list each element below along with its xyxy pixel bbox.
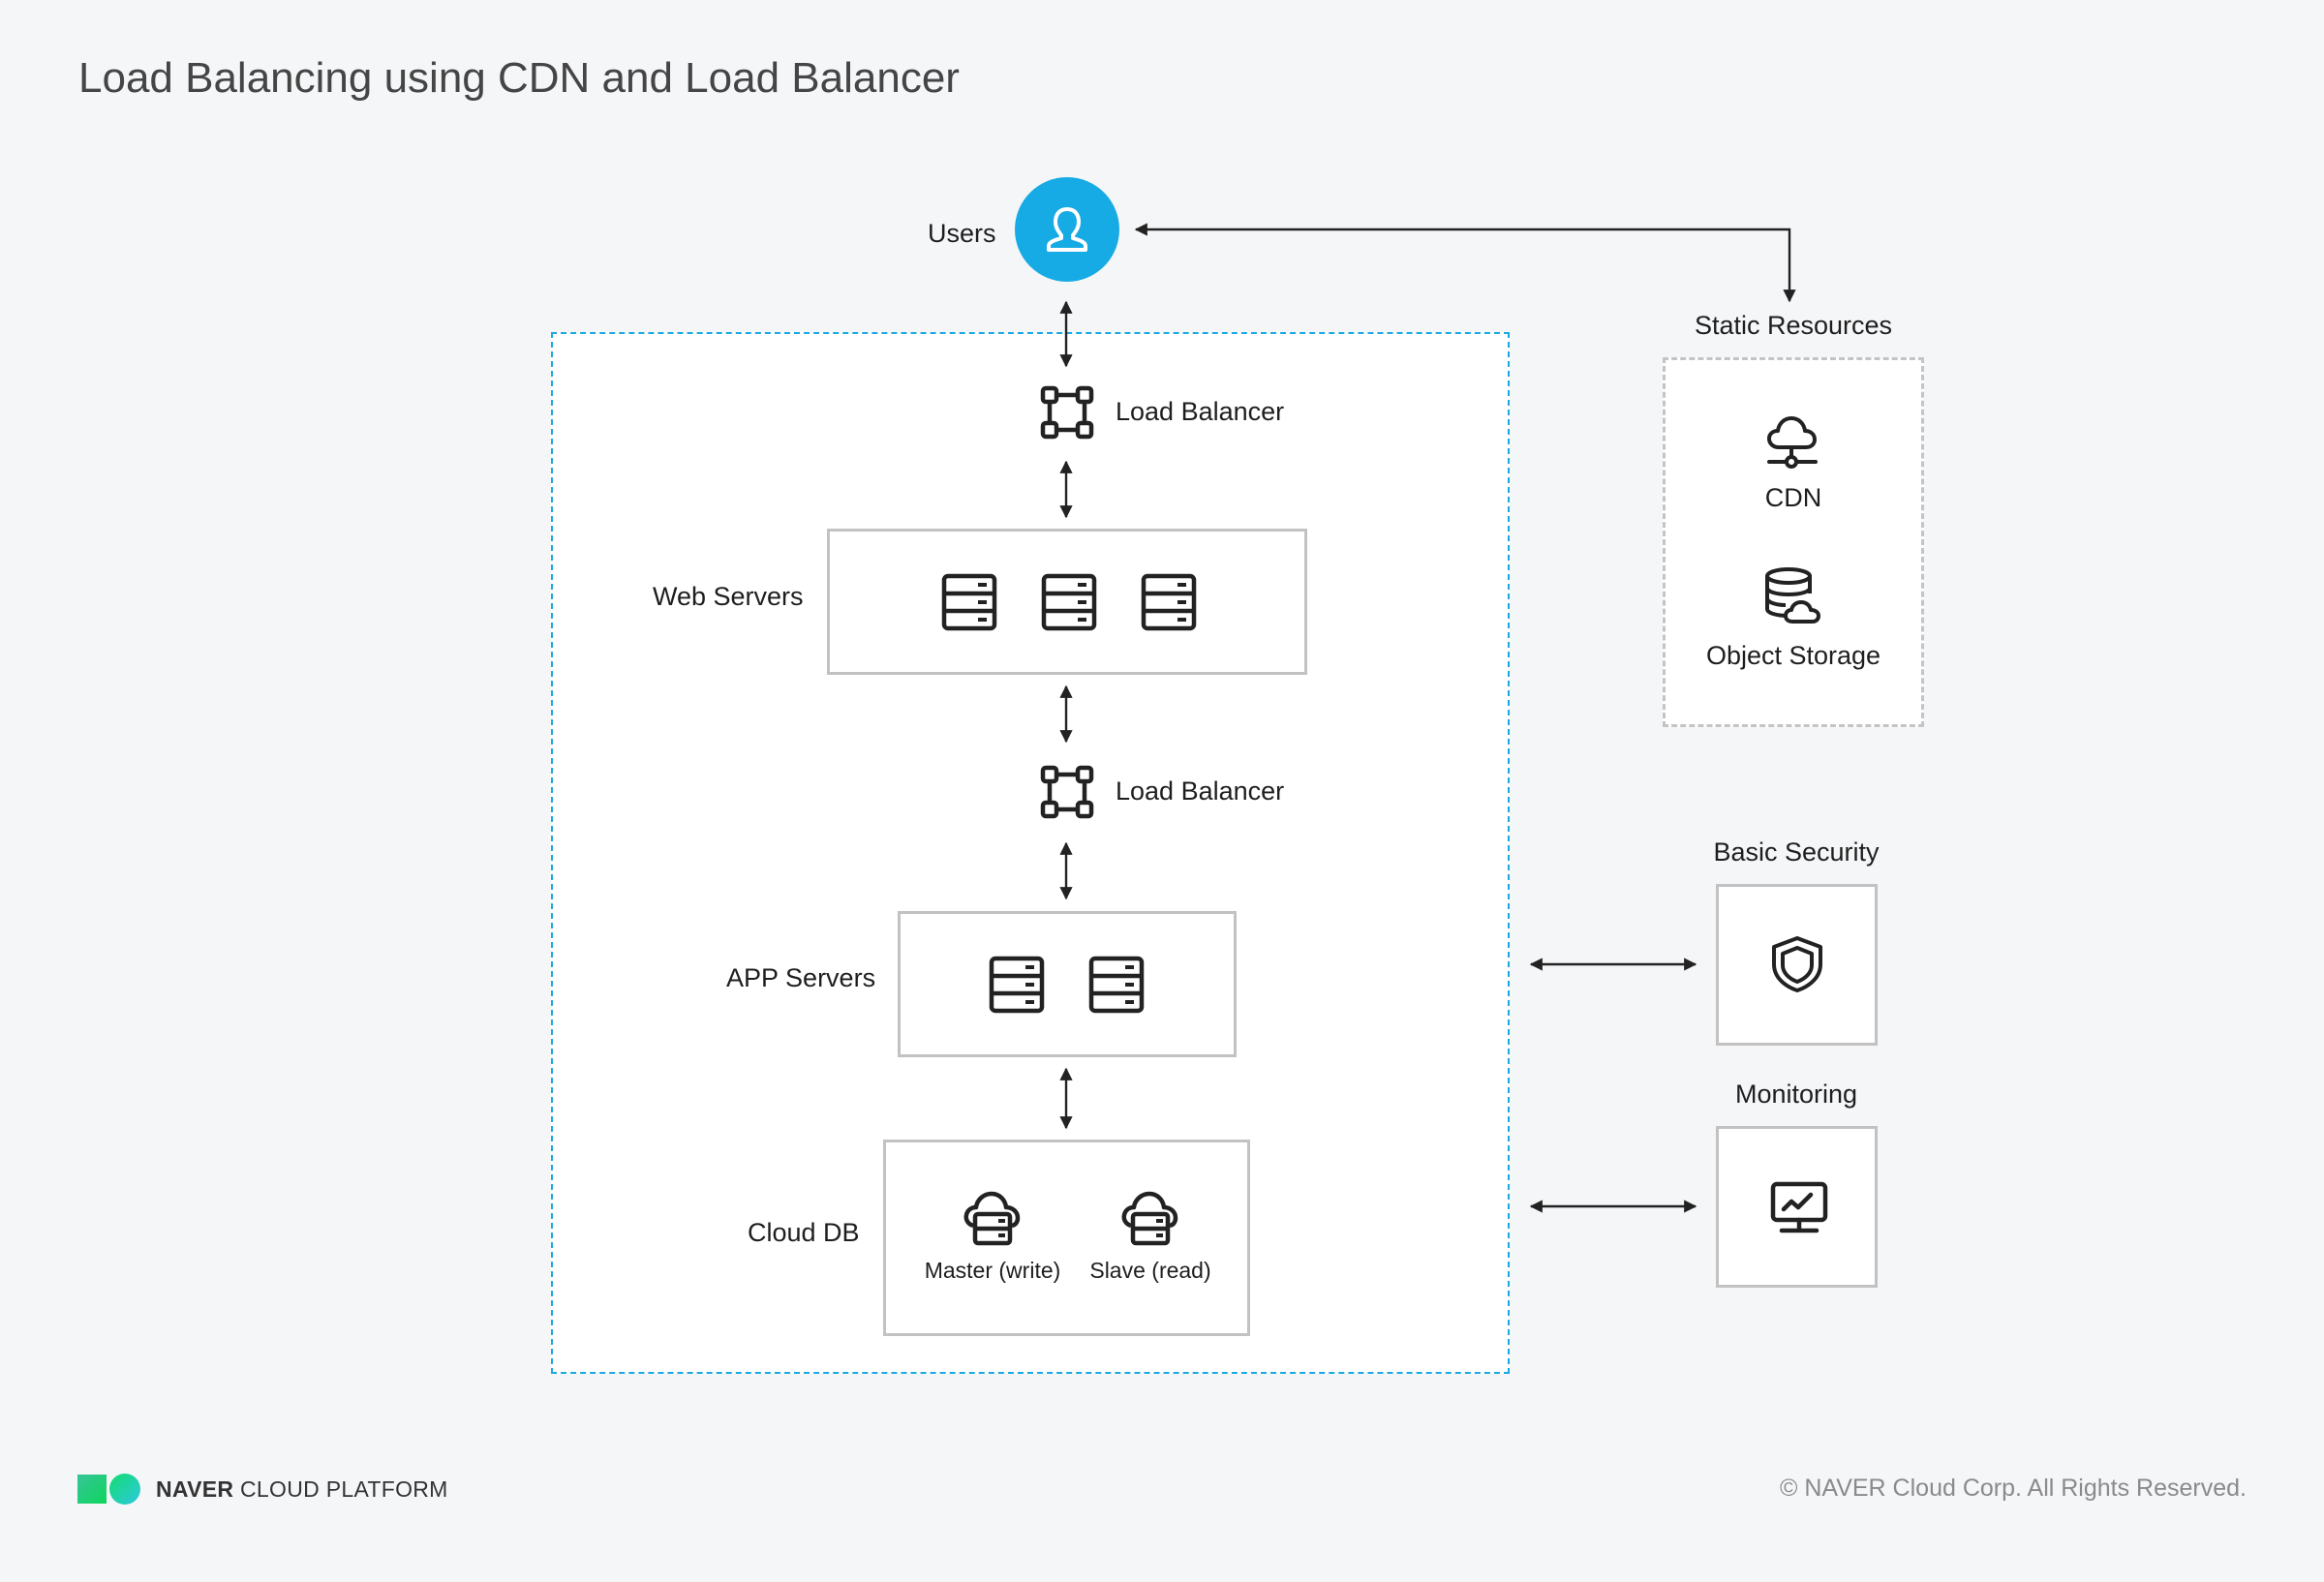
cloud-db-label: Cloud DB (748, 1218, 860, 1247)
basic-security-box[interactable] (1716, 884, 1878, 1046)
brand-name: NAVER CLOUD PLATFORM (156, 1476, 448, 1503)
copyright-text: © NAVER Cloud Corp. All Rights Reserved. (1779, 1475, 2247, 1502)
object-storage-item[interactable]: Object Storage (1666, 566, 1921, 671)
logo-circle-icon (109, 1474, 140, 1505)
basic-security-label: Basic Security (1713, 837, 1880, 867)
naver-cloud-logo: NAVER CLOUD PLATFORM (77, 1474, 448, 1505)
monitor-chart-icon (1770, 1181, 1828, 1233)
cloud-db-icon (963, 1191, 1021, 1246)
logo-square-icon (77, 1475, 107, 1504)
diagram-title: Load Balancing using CDN and Load Balanc… (78, 54, 960, 102)
server-icon[interactable] (1041, 573, 1097, 631)
arrow-users-static (1134, 223, 1796, 303)
web-servers-box[interactable] (827, 529, 1307, 675)
app-servers-box[interactable] (898, 911, 1237, 1057)
monitoring-box[interactable] (1716, 1126, 1878, 1288)
cdn-item[interactable]: CDN (1666, 414, 1921, 513)
users-node[interactable] (1015, 177, 1119, 282)
cloud-db-icon (1121, 1191, 1178, 1246)
server-icon[interactable] (941, 573, 997, 631)
static-resources-zone: CDN Object Storage (1663, 357, 1924, 727)
load-balancer-icon (1040, 385, 1094, 440)
user-icon (1047, 207, 1087, 252)
shield-icon (1772, 936, 1822, 992)
load-balancer-top-label: Load Balancer (1116, 397, 1285, 426)
app-servers-label: APP Servers (726, 963, 876, 992)
object-storage-icon (1765, 567, 1820, 624)
cdn-label: CDN (1764, 483, 1822, 512)
server-icon[interactable] (1088, 956, 1145, 1014)
slave-label: Slave (read) (1089, 1258, 1211, 1283)
web-servers-label: Web Servers (653, 582, 804, 611)
brand-rest: CLOUD PLATFORM (240, 1476, 448, 1502)
monitoring-label: Monitoring (1734, 1080, 1858, 1109)
server-icon[interactable] (1141, 573, 1197, 631)
cloud-db-master[interactable]: Master (write) (915, 1189, 1070, 1284)
load-balancer-icon (1040, 765, 1094, 819)
static-resources-label: Static Resources (1694, 311, 1893, 340)
object-storage-label: Object Storage (1705, 641, 1881, 670)
load-balancer-mid-label: Load Balancer (1116, 776, 1285, 806)
cloud-db-slave[interactable]: Slave (read) (1073, 1189, 1228, 1284)
brand-bold: NAVER (156, 1476, 234, 1502)
master-label: Master (write) (924, 1258, 1061, 1283)
cdn-icon (1767, 416, 1818, 469)
users-label: Users (928, 219, 996, 248)
cloud-db-box[interactable]: Master (write) Slave (read) (883, 1140, 1250, 1336)
server-icon[interactable] (989, 956, 1045, 1014)
